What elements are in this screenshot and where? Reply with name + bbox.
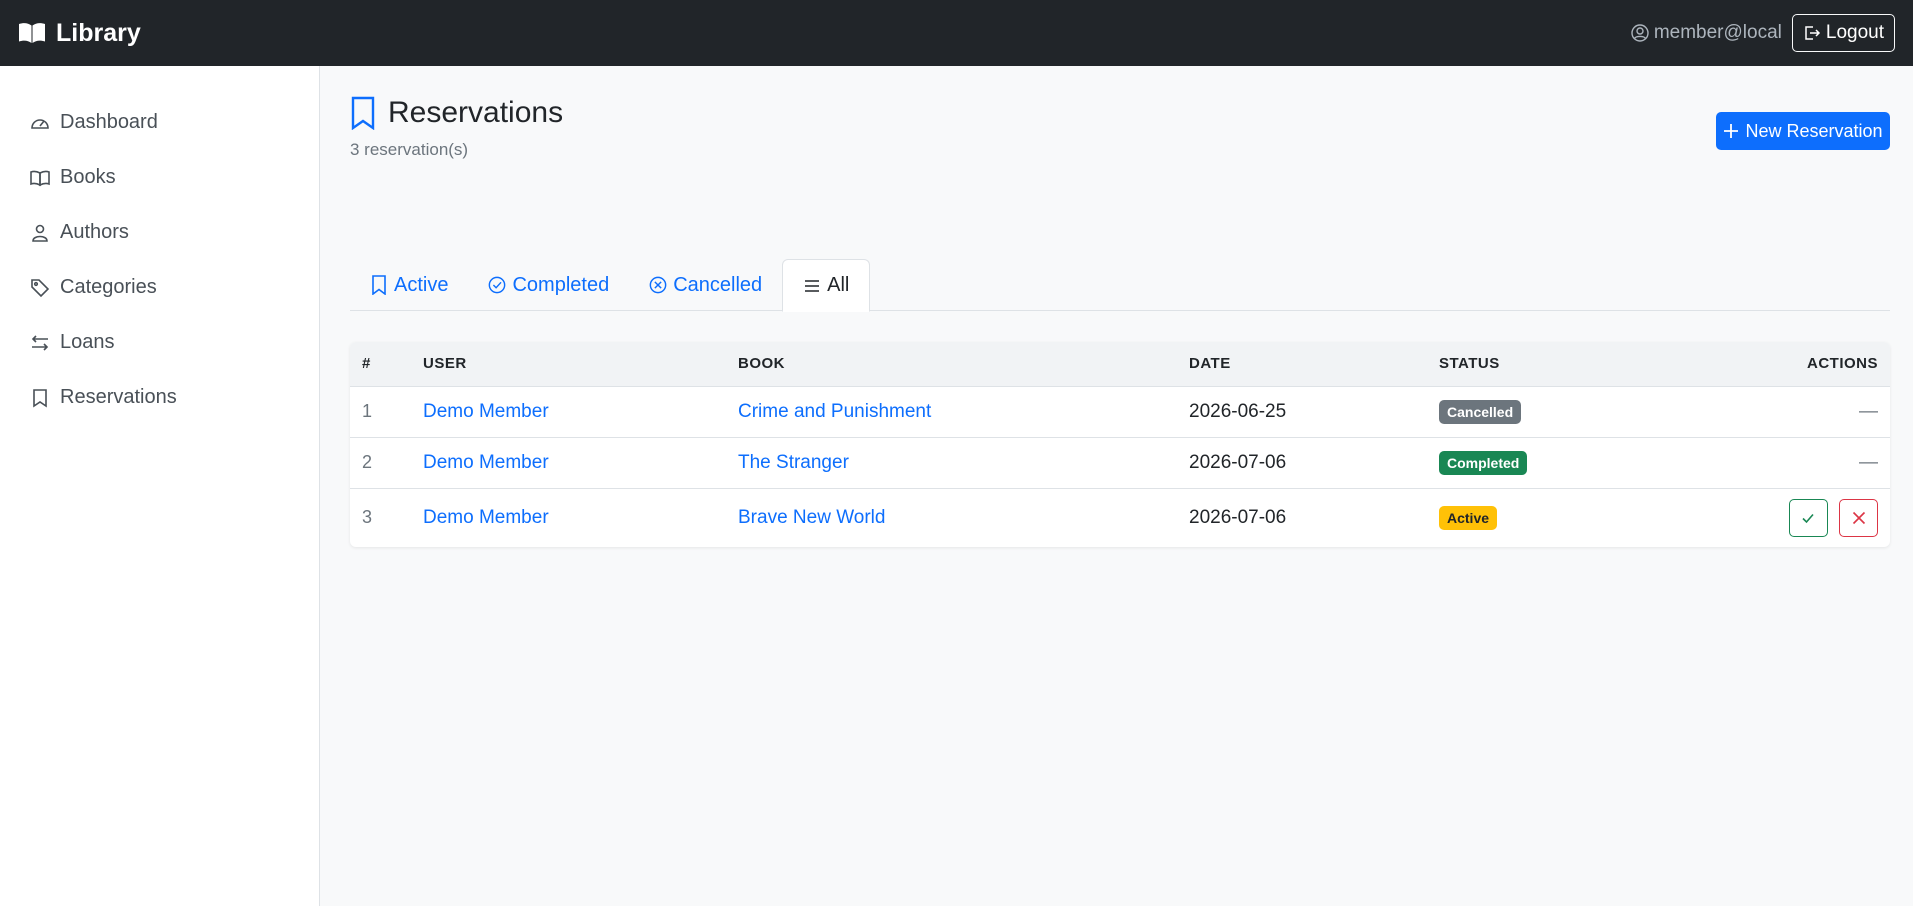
tag-icon (31, 278, 50, 297)
tab-cancelled[interactable]: Cancelled (629, 259, 782, 311)
status-badge: Active (1439, 505, 1498, 530)
user-link[interactable]: Demo Member (423, 401, 549, 422)
tab-label: Completed (512, 273, 610, 296)
tab-label: Cancelled (673, 273, 763, 296)
book-link[interactable]: Crime and Punishment (738, 401, 931, 422)
column-header-user: USER (411, 342, 726, 387)
page-title: Reservations (350, 96, 563, 130)
table-row: 2 Demo Member The Stranger 2026-07-06 Co… (350, 437, 1890, 489)
tab-all[interactable]: All (782, 259, 871, 312)
user-link[interactable]: Demo Member (423, 452, 549, 473)
column-header-status: STATUS (1427, 342, 1677, 387)
tab-label: Active (394, 273, 449, 296)
column-header-actions: ACTIONS (1677, 342, 1890, 387)
arrows-icon (31, 334, 49, 351)
x-circle-icon (649, 276, 667, 294)
top-navbar: Library member@local Logout (0, 0, 1913, 66)
row-number: 1 (350, 386, 411, 438)
page-title-text: Reservations (388, 96, 564, 129)
brand-link[interactable]: Library (18, 19, 141, 48)
sidebar-item-label: Books (60, 166, 116, 188)
status-badge: Completed (1439, 450, 1528, 475)
sidebar-item-dashboard[interactable]: Dashboard (0, 95, 319, 150)
tab-completed[interactable]: Completed (468, 259, 629, 311)
plus-icon (1724, 124, 1739, 138)
reservation-date: 2026-07-06 (1189, 506, 1287, 528)
table-row: 3 Demo Member Brave New World 2026-07-06… (350, 488, 1890, 547)
table-row: 1 Demo Member Crime and Punishment 2026-… (350, 386, 1890, 438)
sidebar-item-label: Loans (60, 331, 115, 353)
sidebar-item-books[interactable]: Books (0, 150, 319, 205)
close-icon (1852, 511, 1865, 524)
sidebar-item-label: Reservations (60, 386, 177, 408)
person-circle-icon (1631, 24, 1649, 42)
status-badge: Cancelled (1439, 399, 1522, 424)
table-header-row: # USER BOOK DATE STATUS ACTIONS (350, 342, 1890, 387)
row-number: 2 (350, 437, 411, 489)
status-tabs: Active Completed Cancelled All (350, 259, 1890, 312)
no-actions: — (1677, 386, 1890, 438)
reservation-date: 2026-07-06 (1177, 437, 1427, 489)
row-number: 3 (362, 507, 373, 528)
speedometer-icon (31, 118, 49, 129)
sidebar-item-authors[interactable]: Authors (0, 205, 319, 260)
book-link[interactable]: The Stranger (738, 452, 849, 473)
column-header-num: # (350, 342, 411, 387)
reservation-count: 3 reservation(s) (350, 140, 469, 159)
tab-active[interactable]: Active (350, 259, 468, 311)
bookmark-icon (351, 96, 375, 130)
sidebar-item-reservations[interactable]: Reservations (0, 370, 319, 425)
complete-button[interactable] (1788, 498, 1828, 537)
new-reservation-label: New Reservation (1745, 120, 1883, 141)
bookmark-icon (33, 388, 47, 407)
sidebar-item-label: Categories (60, 276, 157, 298)
user-email-label: member@local (1653, 22, 1782, 43)
book-open-icon (19, 23, 45, 43)
book-link[interactable]: Brave New World (738, 507, 885, 528)
column-header-date: DATE (1177, 342, 1427, 387)
sidebar-item-categories[interactable]: Categories (0, 260, 319, 315)
reservation-date: 2026-06-25 (1177, 386, 1427, 438)
user-email: member@local (1631, 22, 1782, 44)
person-icon (32, 224, 48, 242)
bookmark-icon (372, 275, 386, 295)
sidebar-item-loans[interactable]: Loans (0, 315, 319, 370)
reservations-table: # USER BOOK DATE STATUS ACTIONS 1 Demo M… (350, 342, 1890, 547)
check-circle-icon (489, 276, 506, 294)
column-header-book: BOOK (726, 342, 1177, 387)
check-icon (1802, 513, 1814, 523)
user-link[interactable]: Demo Member (423, 507, 549, 528)
logout-button[interactable]: Logout (1791, 14, 1895, 52)
new-reservation-button[interactable]: New Reservation (1716, 112, 1890, 150)
book-icon (30, 170, 50, 186)
row-actions (1677, 488, 1890, 547)
no-actions: — (1677, 437, 1890, 489)
tab-label: All (827, 274, 850, 296)
cancel-button[interactable] (1839, 498, 1878, 537)
list-icon (805, 279, 820, 292)
sidebar-item-label: Dashboard (60, 111, 158, 133)
brand-label: Library (56, 18, 141, 47)
sidebar: Dashboard Books Authors Categories Loans… (0, 66, 320, 906)
logout-icon (1805, 26, 1820, 40)
logout-label: Logout (1825, 22, 1884, 43)
sidebar-item-label: Authors (60, 221, 129, 243)
main-content: Reservations 3 reservation(s) New Reserv… (350, 66, 1890, 547)
